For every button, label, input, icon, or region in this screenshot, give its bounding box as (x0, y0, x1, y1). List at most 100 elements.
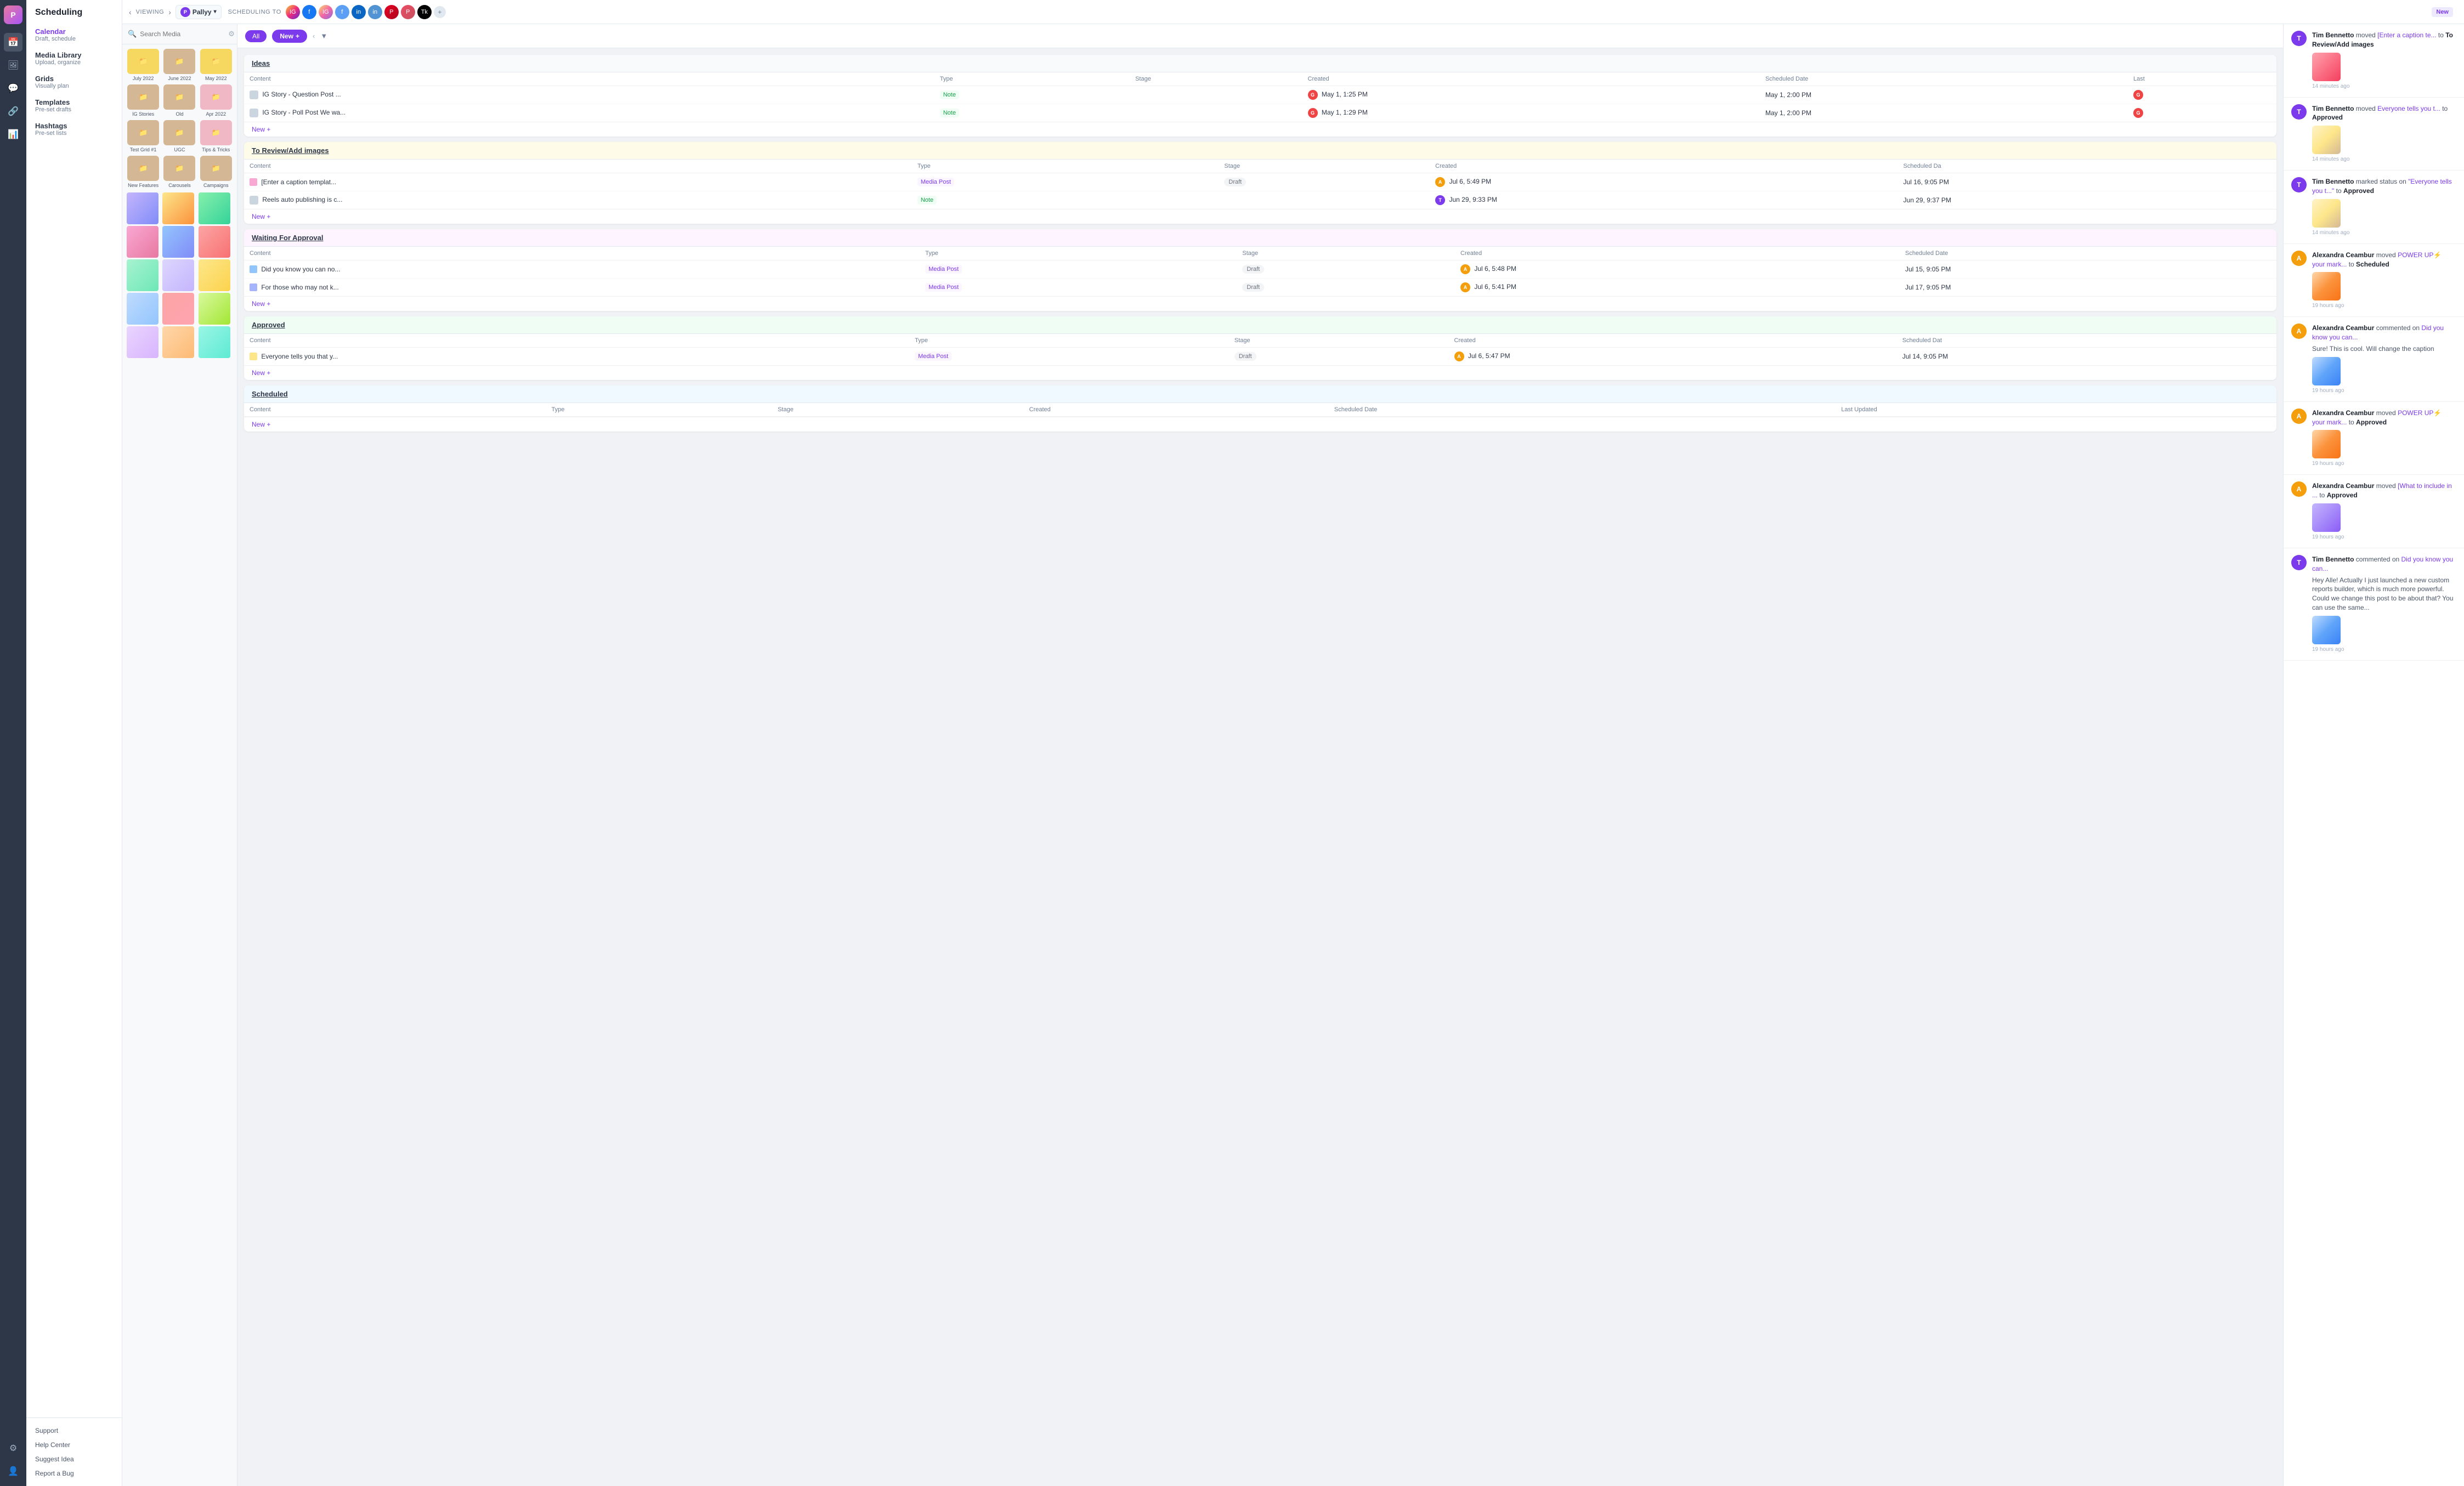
table-row[interactable]: Everyone tells you that y... Media Post … (244, 348, 2276, 366)
row-scheduled: Jul 14, 9:05 PM (1897, 348, 2276, 366)
folder-july-2022[interactable]: 📁 July 2022 (127, 49, 160, 81)
folder-test-grid[interactable]: 📁 Test Grid #1 (127, 120, 160, 152)
new-scheduled-row-button[interactable]: New + (244, 417, 2276, 432)
activity-thumb[interactable] (2312, 53, 2341, 81)
activity-thumb[interactable] (2312, 126, 2341, 154)
media-thumb[interactable] (199, 192, 230, 224)
social-icon-pinterest-2[interactable]: P (401, 5, 415, 19)
media-thumb[interactable] (199, 226, 230, 258)
social-icon-instagram[interactable]: IG (286, 5, 300, 19)
media-thumb[interactable] (162, 293, 194, 325)
sidebar-item-templates[interactable]: Templates Pre-set drafts (26, 94, 122, 117)
folder-ugc[interactable]: 📁 UGC (163, 120, 196, 152)
activity-target[interactable]: Everyone tells you t... (2377, 105, 2440, 112)
folder-apr-2022[interactable]: 📁 Apr 2022 (200, 84, 233, 117)
nav-icon-calendar[interactable]: 📅 (4, 33, 22, 52)
nav-forward-button[interactable]: › (168, 8, 171, 16)
activity-user: Alexandra Ceambur (2312, 482, 2374, 490)
sidebar-support[interactable]: Support (26, 1423, 122, 1438)
media-thumb[interactable] (127, 192, 158, 224)
new-approved-row-button[interactable]: New + (244, 365, 2276, 380)
social-icon-linkedin[interactable]: in (352, 5, 366, 19)
collapse-button[interactable]: ‹ (313, 32, 315, 40)
activity-content: Tim Bennetto commented on Did you know y… (2312, 555, 2456, 654)
media-thumb[interactable] (162, 192, 194, 224)
nav-icon-media[interactable]: 🖼 (4, 56, 22, 75)
nav-icon-settings[interactable]: ⚙ (4, 1439, 22, 1457)
folder-campaigns[interactable]: 📁 Campaigns (200, 156, 233, 188)
activity-thumb[interactable] (2312, 503, 2341, 532)
media-thumb[interactable] (199, 293, 230, 325)
filter-icon[interactable]: ▼ (320, 32, 327, 40)
table-row[interactable]: IG Story - Question Post ... Note G May … (244, 86, 2276, 104)
activity-thumb[interactable] (2312, 616, 2341, 644)
activity-thumb[interactable] (2312, 357, 2341, 385)
new-review-row-button[interactable]: New + (244, 209, 2276, 224)
media-thumb[interactable] (127, 326, 158, 358)
col-content: Content (244, 334, 909, 348)
media-thumb[interactable] (162, 226, 194, 258)
media-thumb[interactable] (162, 259, 194, 291)
kanban-scroll: Ideas Content Type Stage Created Schedul… (237, 48, 2283, 1486)
media-thumb[interactable] (127, 226, 158, 258)
media-thumb[interactable] (162, 326, 194, 358)
section-title-waiting[interactable]: Waiting For Approval (252, 234, 323, 242)
folder-old[interactable]: 📁 Old (163, 84, 196, 117)
table-row[interactable]: Did you know you can no... Media Post Dr… (244, 260, 2276, 279)
folder-carousels[interactable]: 📁 Carousels (163, 156, 196, 188)
folder-june-2022[interactable]: 📁 June 2022 (163, 49, 196, 81)
activity-avatar: T (2291, 104, 2307, 120)
activity-destination: Approved (2356, 418, 2387, 426)
section-title-scheduled[interactable]: Scheduled (252, 390, 288, 398)
table-row[interactable]: For those who may not k... Media Post Dr… (244, 279, 2276, 297)
social-icon-pinterest[interactable]: P (384, 5, 399, 19)
media-thumb[interactable] (199, 326, 230, 358)
media-settings-icon[interactable]: ⚙ (228, 30, 235, 38)
activity-thumb[interactable] (2312, 199, 2341, 228)
section-title-approved[interactable]: Approved (252, 321, 285, 329)
sidebar-item-calendar[interactable]: Calendar Draft, schedule (26, 23, 122, 47)
social-icon-tiktok[interactable]: Tk (417, 5, 432, 19)
kanban-area: All New + ‹ ▼ Ideas Con (237, 24, 2283, 1486)
section-title-review[interactable]: To Review/Add images (252, 146, 329, 155)
folder-may-2022[interactable]: 📁 May 2022 (200, 49, 233, 81)
activity-thumb[interactable] (2312, 272, 2341, 300)
nav-icon-link[interactable]: 🔗 (4, 102, 22, 121)
folder-tips-tricks[interactable]: 📁 Tips & Tricks (200, 120, 233, 152)
section-title-ideas[interactable]: Ideas (252, 59, 270, 67)
sidebar-suggest-idea[interactable]: Suggest Idea (26, 1452, 122, 1466)
new-post-button[interactable]: New + (272, 30, 307, 43)
media-thumb[interactable] (127, 259, 158, 291)
sidebar-item-grids[interactable]: Grids Visually plan (26, 70, 122, 94)
app-logo: P (4, 5, 22, 24)
table-row[interactable]: Reels auto publishing is c... Note T Jun… (244, 191, 2276, 209)
folder-new-features[interactable]: 📁 New Features (127, 156, 160, 188)
new-waiting-row-button[interactable]: New + (244, 296, 2276, 311)
filter-all[interactable]: All (245, 30, 267, 42)
social-icon-facebook[interactable]: f (302, 5, 316, 19)
folder-ig-stories[interactable]: 📁 IG Stories (127, 84, 160, 117)
add-social-button[interactable]: + (434, 6, 446, 18)
nav-back-button[interactable]: ‹ (129, 8, 132, 16)
sidebar-report-bug[interactable]: Report a Bug (26, 1466, 122, 1481)
brand-selector[interactable]: P Pallyy ▾ (175, 5, 222, 19)
search-input[interactable] (140, 30, 225, 38)
new-ideas-row-button[interactable]: New + (244, 122, 2276, 137)
nav-icon-user[interactable]: 👤 (4, 1462, 22, 1481)
sidebar-item-media-library[interactable]: Media Library Upload, organize (26, 47, 122, 70)
sidebar-help-center[interactable]: Help Center (26, 1438, 122, 1452)
nav-icon-analytics[interactable]: 📊 (4, 125, 22, 144)
table-row[interactable]: IG Story - Poll Post We wa... Note G May… (244, 104, 2276, 122)
activity-time: 19 hours ago (2312, 534, 2456, 541)
activity-target[interactable]: [Enter a caption te... (2377, 31, 2436, 39)
sidebar-item-hashtags[interactable]: Hashtags Pre-set lists (26, 117, 122, 141)
activity-thumb[interactable] (2312, 430, 2341, 458)
row-content: Reels auto publishing is c... (244, 191, 912, 209)
table-row[interactable]: [Enter a caption templat... Media Post D… (244, 173, 2276, 191)
media-thumb[interactable] (199, 259, 230, 291)
nav-icon-chat[interactable]: 💬 (4, 79, 22, 98)
media-thumb[interactable] (127, 293, 158, 325)
social-icon-facebook-2[interactable]: f (335, 5, 349, 19)
social-icon-linkedin-2[interactable]: in (368, 5, 382, 19)
social-icon-instagram-2[interactable]: IG (319, 5, 333, 19)
